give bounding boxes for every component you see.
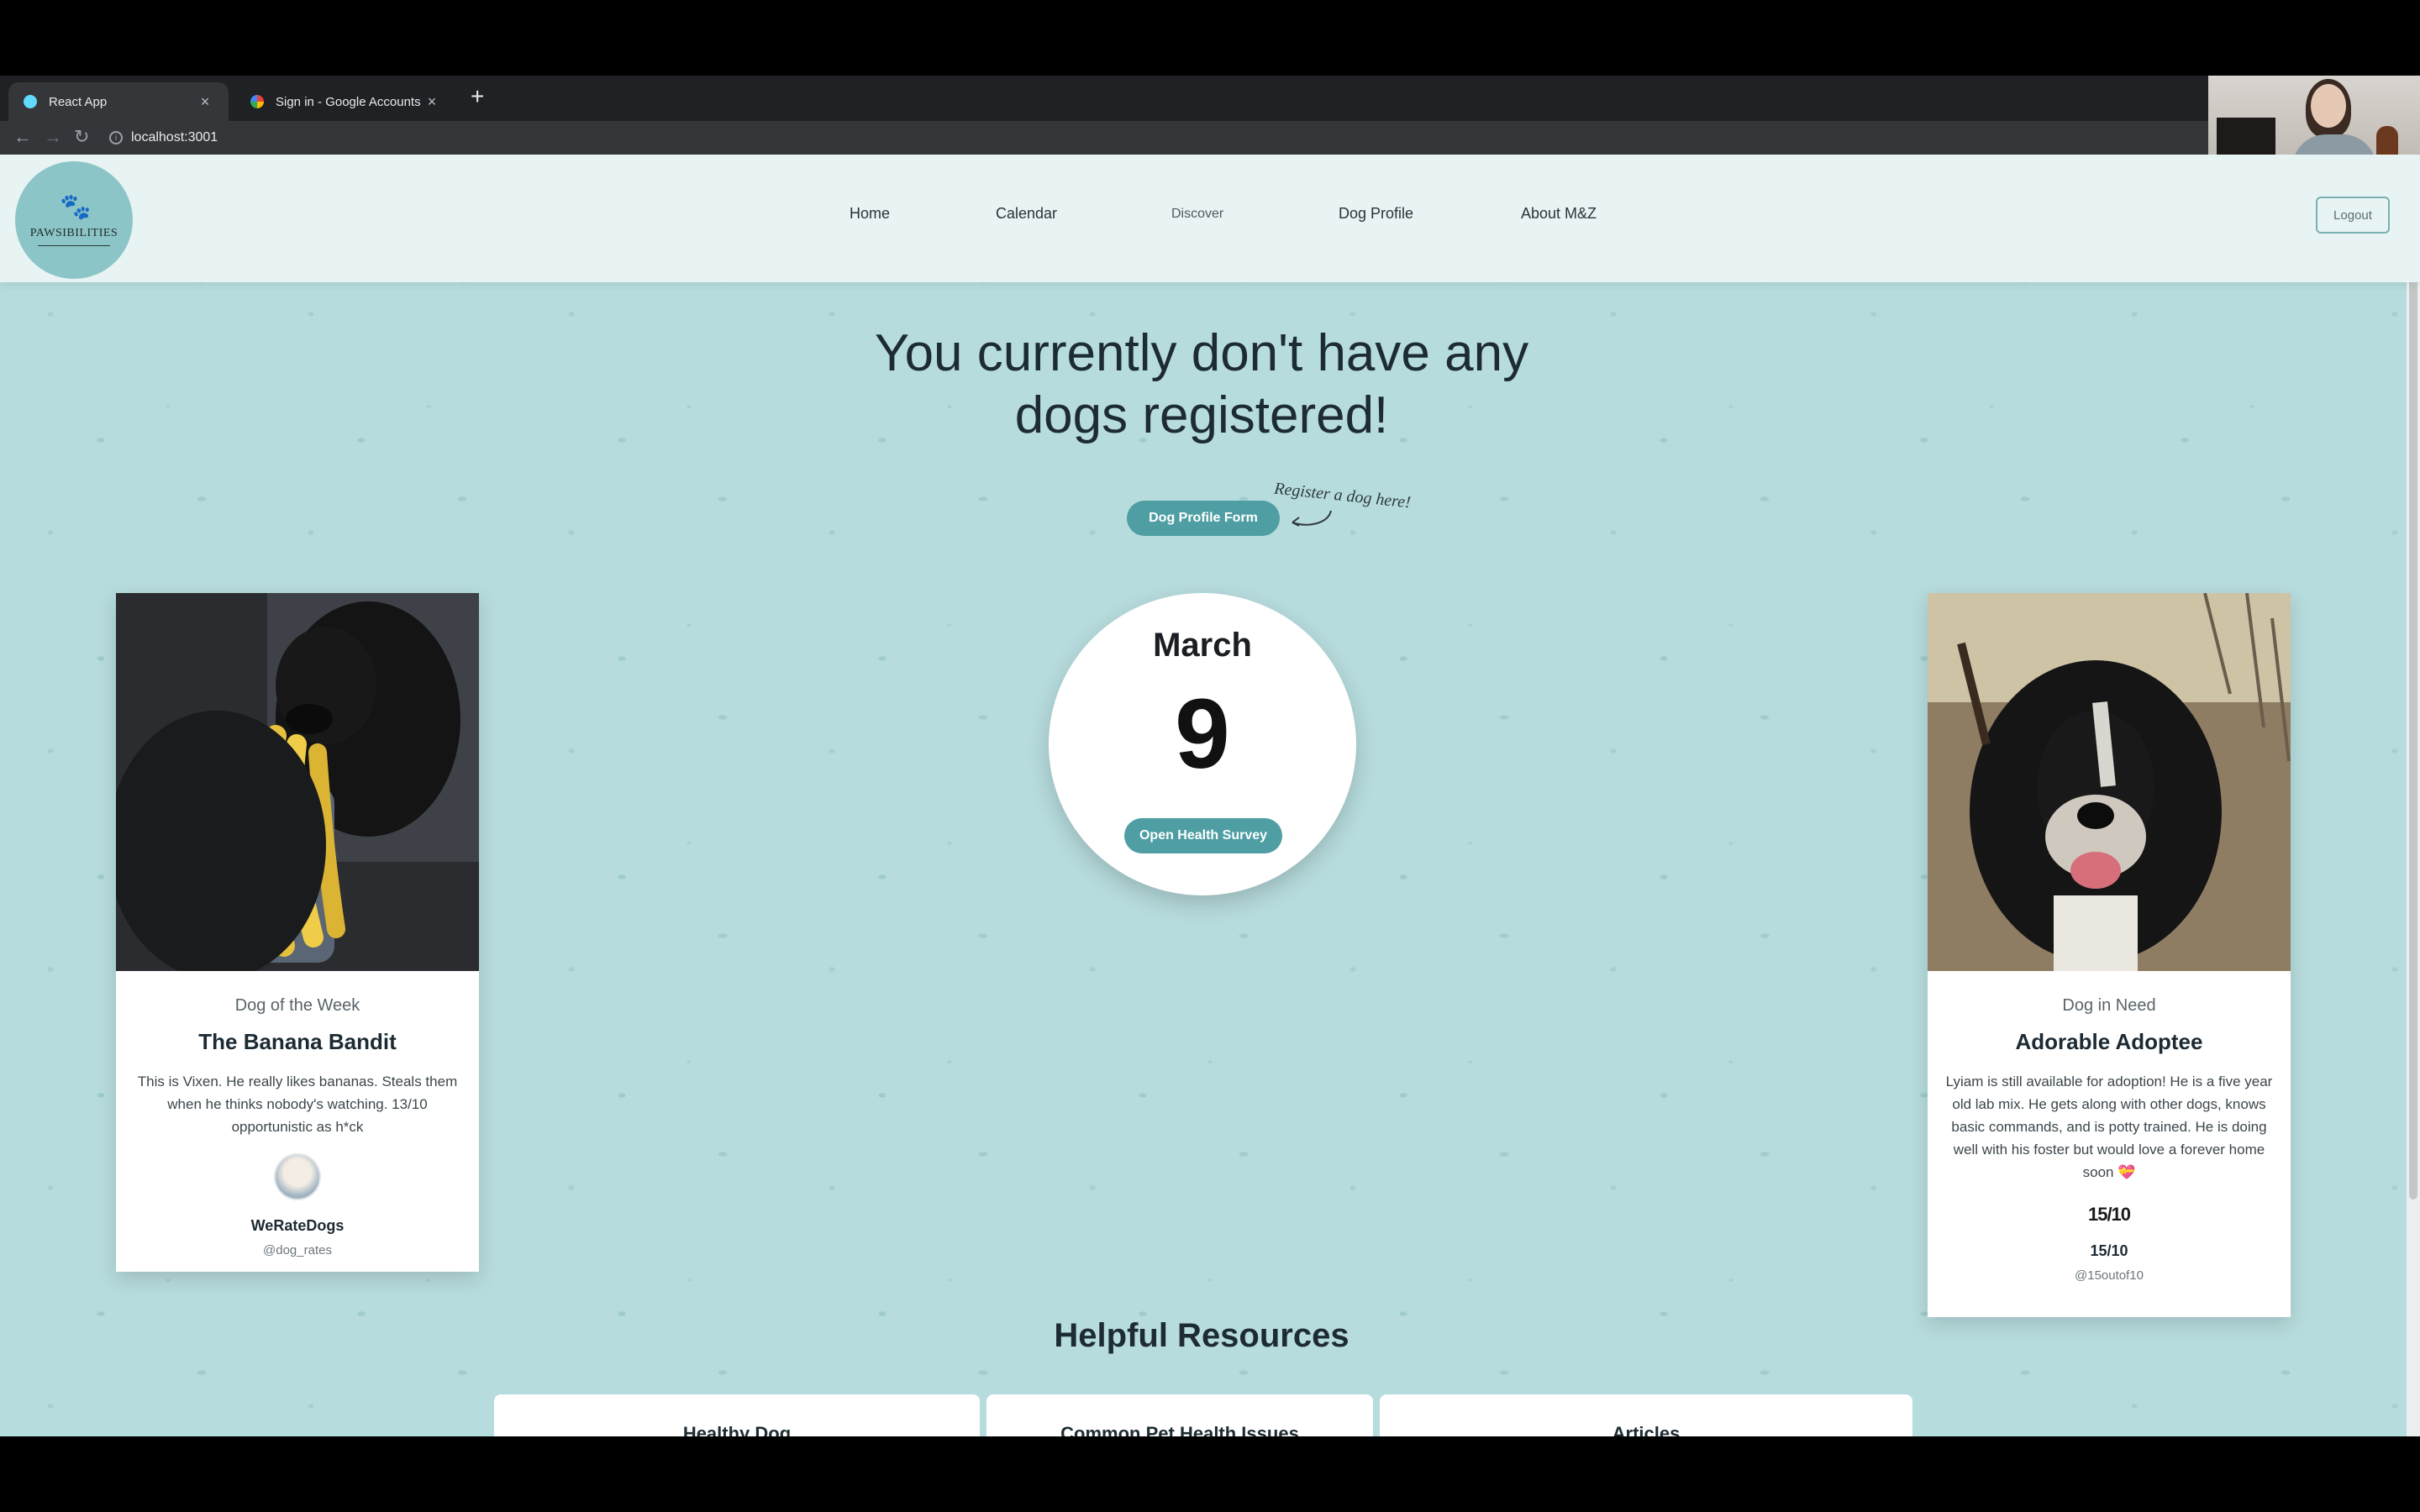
avatar[interactable] [274,1153,321,1200]
card-title: The Banana Bandit [198,1029,397,1054]
logout-button[interactable]: Logout [2316,197,2390,234]
account-handle[interactable]: @dog_rates [116,1243,479,1257]
page-content: 🐾 PAWSIBILITIES Home Calendar Discover D… [0,155,2420,1436]
scrollbar-thumb[interactable] [2409,158,2417,1200]
forward-icon[interactable]: → [44,124,62,150]
dog-profile-form-button[interactable]: Dog Profile Form [1127,501,1280,536]
dog-with-bananas-image [116,593,479,971]
date-month: March [1153,627,1252,664]
resource-card-health-issues[interactable]: Common Pet Health Issues [986,1394,1373,1436]
logo-text: PAWSIBILITIES [29,226,118,239]
page-scrollbar[interactable] [2407,155,2420,1436]
tab-google-signin[interactable]: Sign in - Google Accounts × [235,82,455,121]
date-day: 9 [1175,679,1230,790]
dog-photo [1928,593,2291,971]
resource-card-healthy-dog[interactable]: Healthy Dog [494,1394,980,1436]
nav-about[interactable]: About M&Z [1521,205,1597,223]
site-logo[interactable]: 🐾 PAWSIBILITIES [15,161,133,279]
dog-in-need-card: Dog in Need Adorable Adoptee Lyiam is st… [1928,593,2291,1317]
google-icon [250,95,264,108]
card-eyebrow: Dog of the Week [234,996,360,1015]
browser-tab-bar: React App × Sign in - Google Accounts × [0,76,2420,121]
close-icon[interactable]: × [197,93,213,111]
resource-card-title: Healthy Dog [682,1423,792,1436]
account-name[interactable]: 15/10 [1928,1242,2291,1260]
card-description: This is Vixen. He really likes bananas. … [137,1074,458,1135]
nav-discover[interactable]: Discover [1171,207,1223,222]
reload-icon[interactable]: ↻ [74,124,89,150]
dog-of-the-week-card: Dog of the Week The Banana Bandit This i… [116,593,479,1272]
paw-icon: 🐾 [60,192,92,221]
url-field[interactable]: i localhost:3001 [109,121,218,155]
date-widget: March 9 Open Health Survey [1049,593,1356,895]
open-health-survey-button[interactable]: Open Health Survey [1124,818,1282,853]
dog-photo [116,593,479,971]
person-head [2311,84,2346,128]
resource-card-title: Articles [1612,1423,1681,1436]
address-bar: ← → ↻ i localhost:3001 [0,121,2420,155]
page-headline: You currently don't have any dogs regist… [874,324,1529,444]
tab-react-app[interactable]: React App × [8,82,229,121]
new-tab-icon[interactable]: + [471,84,484,109]
info-icon[interactable]: i [109,131,123,144]
card-title: Adorable Adoptee [2015,1029,2203,1054]
rating-logo[interactable]: 15/10 [1928,1204,2291,1226]
react-icon [24,95,37,108]
resource-card-articles[interactable]: Articles [1380,1394,1912,1436]
nav-dog-profile[interactable]: Dog Profile [1339,205,1413,223]
resources-heading: Helpful Resources [1054,1317,1349,1354]
curved-arrow-icon [1292,510,1332,527]
url-text: localhost:3001 [131,130,218,144]
card-eyebrow: Dog in Need [2062,996,2156,1015]
nav-home[interactable]: Home [850,205,890,223]
adoptable-dog-image [1928,593,2291,971]
account-handle[interactable]: @15outof10 [1928,1268,2291,1283]
tab-title: React App [49,94,108,109]
logo-divider [38,244,110,246]
screen: React App × Sign in - Google Accounts × … [0,0,2420,1512]
account-name[interactable]: WeRateDogs [116,1217,479,1235]
card-description: Lyiam is still available for adoption! H… [1945,1074,2273,1180]
resource-card-title: Common Pet Health Issues [1060,1423,1299,1436]
close-icon[interactable]: × [424,93,440,111]
tab-title: Sign in - Google Accounts [276,94,421,109]
back-icon[interactable]: ← [13,124,32,150]
top-navigation: 🐾 PAWSIBILITIES Home Calendar Discover D… [0,155,2420,282]
nav-calendar[interactable]: Calendar [996,205,1057,223]
